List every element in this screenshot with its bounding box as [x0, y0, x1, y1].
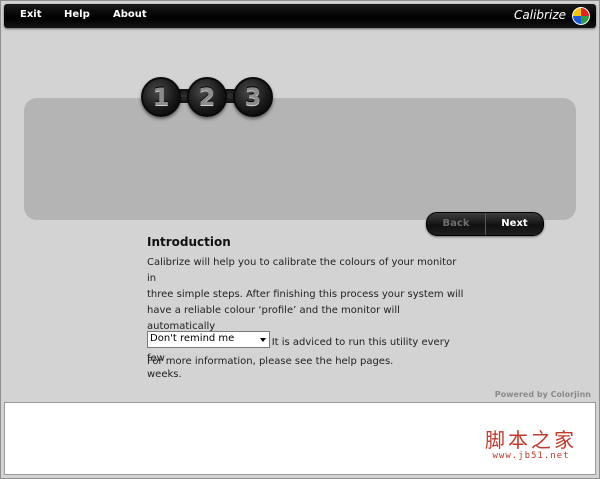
intro-heading: Introduction [147, 235, 231, 249]
app-title: Calibrize [514, 8, 566, 22]
menu-bar: Exit Help About Calibrize [4, 4, 596, 28]
watermark-text: 脚本之家 [485, 428, 577, 452]
step-3: 3 [233, 77, 273, 117]
calibrize-window: Exit Help About Calibrize 1 2 3 Back Nex… [0, 0, 600, 479]
intro-line: have a reliable colour ‘profile’ and the… [147, 305, 400, 332]
powered-by-label: Powered by Colorjinn [494, 390, 591, 399]
site-watermark: 脚本之家 www.jb51.net [485, 429, 577, 461]
colorwheel-logo-icon [572, 7, 590, 25]
reminder-select-value: Don't remind me [150, 333, 235, 344]
next-button[interactable]: Next [486, 213, 543, 235]
menu-about[interactable]: About [113, 9, 147, 20]
navigation-buttons: Back Next [426, 212, 544, 236]
step-content-panel [24, 98, 576, 220]
menu-help[interactable]: Help [64, 9, 90, 20]
back-button[interactable]: Back [427, 213, 485, 235]
step-1: 1 [141, 77, 181, 117]
step-indicator: 1 2 3 [141, 77, 273, 117]
intro-line: weeks. [147, 369, 182, 380]
intro-line: Calibrize will help you to calibrate the… [147, 257, 457, 284]
intro-line: three simple steps. After finishing this… [147, 289, 464, 300]
menu-exit[interactable]: Exit [20, 9, 42, 20]
watermark-url: www.jb51.net [492, 451, 570, 461]
chevron-down-icon [260, 338, 266, 342]
step-2: 2 [187, 77, 227, 117]
more-info-text: For more information, please see the hel… [147, 356, 394, 367]
reminder-select[interactable]: Don't remind me [147, 331, 270, 348]
